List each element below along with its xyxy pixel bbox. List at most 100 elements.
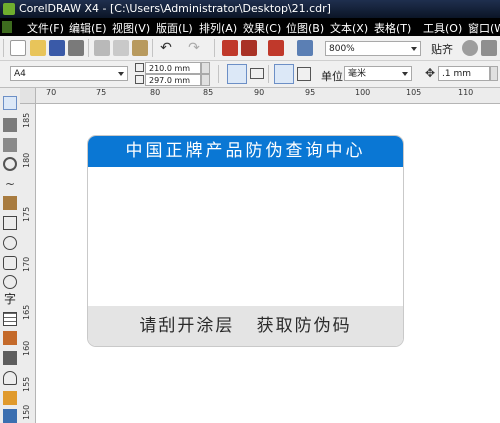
zoom-level-value: 800% [329,44,355,54]
ruler-tick-label: 90 [254,88,265,97]
ruler-tick-label: 170 [22,256,31,272]
menu-edit[interactable]: 编辑(E) [69,20,107,36]
toolbar-separator [268,65,269,83]
ruler-tick-label: 165 [22,304,31,320]
ruler-tick-label: 155 [22,376,31,392]
toolbar-separator [152,39,153,57]
crop-tool-icon[interactable] [3,138,17,152]
shape-tool-icon[interactable] [3,118,17,132]
menu-file[interactable]: 文件(F) [27,20,64,36]
open-folder-icon[interactable] [30,40,46,56]
copy-icon[interactable] [113,40,129,56]
units-select[interactable]: 毫米 [344,66,412,81]
ruler-tick-label: 175 [22,206,31,222]
page-size-value: A4 [14,69,26,79]
ruler-tick-label: 160 [22,340,31,356]
freehand-tool-icon[interactable]: ~ [3,177,17,191]
nudge-distance-icon: ✥ [424,66,436,80]
all-pages-icon[interactable] [274,64,294,84]
ruler-tick-label: 85 [203,88,214,97]
pick-tool-icon[interactable] [3,96,17,110]
interactive-fill-tool-icon[interactable] [3,409,17,423]
menu-effects[interactable]: 效果(C) [243,20,281,36]
page-width-value: 210.0 mm [149,64,191,73]
chevron-down-icon [402,72,408,76]
new-document-icon[interactable] [10,40,26,56]
menu-tools[interactable]: 工具(O) [423,20,462,36]
card-header-text[interactable]: 中国正牌产品防伪查询中心 [88,136,403,167]
ruler-tick-label: 95 [305,88,316,97]
save-icon[interactable] [49,40,65,56]
anti-counterfeit-label-card[interactable]: 中国正牌产品防伪查询中心 请刮开涂层 获取防伪码 [87,135,404,347]
interactive-blend-tool-icon[interactable] [3,331,17,345]
nudge-distance-spinner[interactable] [490,66,498,81]
page-height-field[interactable]: 297.0 mm [145,74,201,86]
ruler-tick-label: 70 [46,88,57,97]
menu-view[interactable]: 视图(V) [112,20,150,36]
corel-online-icon[interactable] [481,40,497,56]
window-title: CorelDRAW X4 - [C:\Users\Administrator\D… [19,2,331,15]
toolbar-separator [214,39,215,57]
toolbar-separator [218,65,219,83]
cut-icon[interactable] [94,40,110,56]
card-footer-text[interactable]: 请刮开涂层 获取防伪码 [88,306,403,346]
units-value: 毫米 [348,69,367,79]
ruler-tick-label: 105 [406,88,422,97]
ruler-tick-label: 80 [150,88,161,97]
undo-icon[interactable]: ↶ [158,40,174,56]
snap-to-dropdown[interactable]: 贴齐 [431,41,453,57]
welcome-screen-icon[interactable] [297,40,313,56]
options-gear-icon[interactable] [462,40,478,56]
menu-text[interactable]: 文本(X) [330,20,368,36]
chevron-down-icon [118,72,124,76]
table-tool-icon[interactable] [3,312,17,326]
toolbar-grip [3,39,4,57]
text-tool-icon[interactable]: 字 [3,292,17,306]
outline-pen-tool-icon[interactable] [3,371,17,385]
smart-fill-tool-icon[interactable] [3,196,17,210]
page-width-field[interactable]: 210.0 mm [145,62,201,74]
print-icon[interactable] [68,40,84,56]
ruler-origin[interactable] [20,88,36,104]
menu-window[interactable]: 窗口(W) [468,20,500,36]
nudge-distance-field[interactable]: .1 mm [438,66,490,81]
basic-shapes-tool-icon[interactable] [3,275,17,289]
ruler-tick-label: 150 [22,404,31,420]
chevron-down-icon [411,47,417,51]
polygon-tool-icon[interactable] [3,256,17,270]
menu-bitmaps[interactable]: 位图(B) [286,20,324,36]
title-bar: CorelDRAW X4 - [C:\Users\Administrator\D… [0,0,500,18]
menu-grip-icon [2,21,12,33]
ruler-tick-label: 75 [96,88,107,97]
page-width-spinner[interactable] [201,62,210,74]
rectangle-tool-icon[interactable] [3,216,17,230]
toolbar-separator [88,39,89,57]
paste-icon[interactable] [132,40,148,56]
zoom-tool-icon[interactable] [3,157,17,171]
ruler-tick-label: 185 [22,112,31,128]
import-icon[interactable] [222,40,238,56]
menu-table[interactable]: 表格(T) [374,20,411,36]
nudge-distance-value: .1 mm [442,69,471,79]
current-page-icon[interactable] [297,67,311,81]
height-icon [135,75,144,84]
ruler-tick-label: 180 [22,152,31,168]
landscape-orientation-icon[interactable] [250,68,264,79]
menu-arrange[interactable]: 排列(A) [199,20,237,36]
fill-tool-icon[interactable] [3,391,17,405]
coreldraw-app-icon [3,3,15,15]
units-label: 单位: [321,70,347,83]
ruler-tick-label: 100 [355,88,371,97]
zoom-level-select[interactable]: 800% [325,41,421,56]
page-height-value: 297.0 mm [149,76,191,85]
portrait-orientation-icon[interactable] [227,64,247,84]
page-height-spinner[interactable] [201,74,210,86]
redo-icon[interactable]: ↷ [186,40,202,56]
application-launcher-icon[interactable] [268,40,284,56]
export-icon[interactable] [241,40,257,56]
eyedropper-tool-icon[interactable] [3,351,17,365]
ellipse-tool-icon[interactable] [3,236,17,250]
width-icon [135,63,144,72]
page-size-select[interactable]: A4 [10,66,128,81]
menu-layout[interactable]: 版面(L) [156,20,193,36]
